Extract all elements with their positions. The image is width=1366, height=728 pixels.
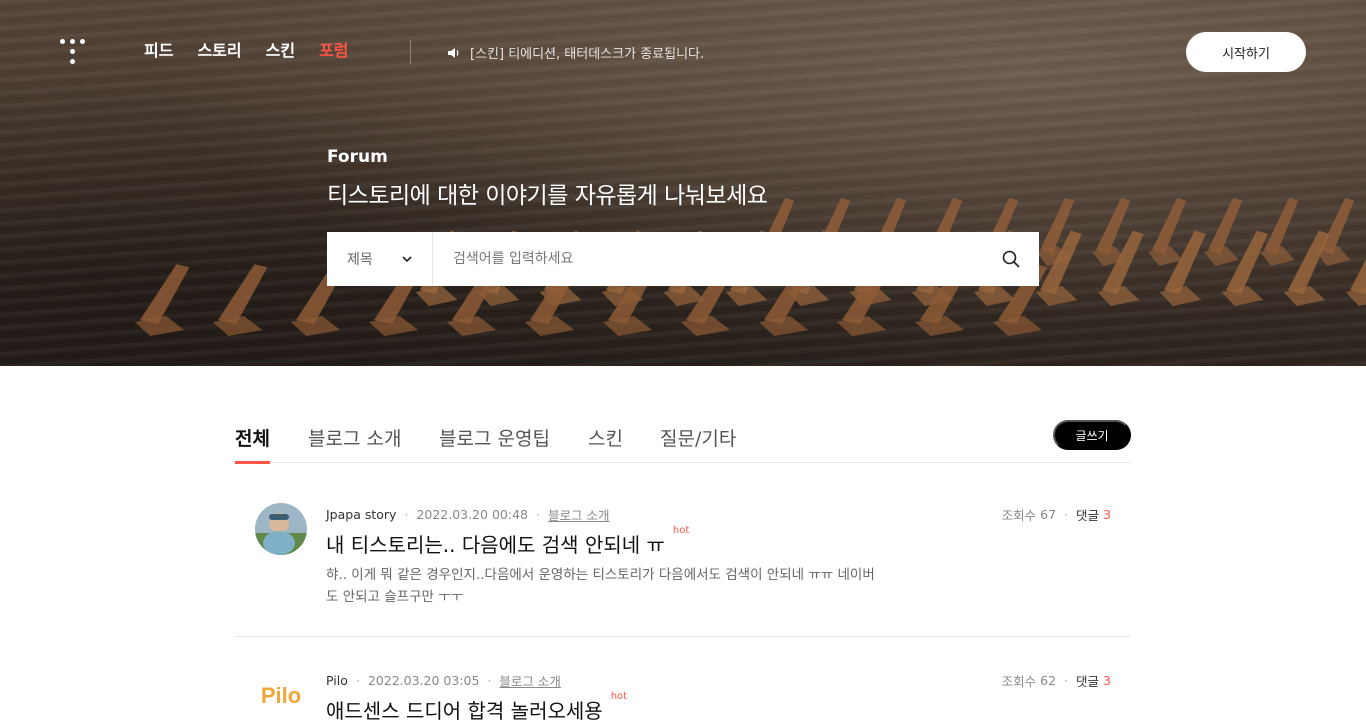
nav-story[interactable]: 스토리	[197, 40, 241, 62]
tab-all[interactable]: 전체	[235, 424, 270, 464]
avatar[interactable]: Pilo	[255, 669, 307, 721]
comments-label[interactable]: 댓글	[1076, 505, 1099, 524]
post-title-text[interactable]: 애드센스 드디어 합격 놀러오세용	[326, 695, 603, 724]
speaker-icon	[448, 47, 459, 58]
post-item[interactable]: Jpapa story · 2022.03.20 00:48 · 블로그 소개 …	[235, 500, 1131, 636]
avatar[interactable]	[255, 503, 307, 555]
search-icon	[1002, 250, 1020, 268]
search-button[interactable]	[983, 232, 1039, 286]
views-count: 67	[1040, 507, 1057, 522]
nav-divider	[410, 40, 411, 64]
comments-count: 3	[1103, 507, 1111, 522]
nav-forum[interactable]: 포럼	[319, 40, 348, 62]
post-title[interactable]: 내 티스토리는.. 다음에도 검색 안되네 ㅠ hot	[326, 525, 689, 558]
views-label: 조회수	[1001, 508, 1037, 523]
views-label: 조회수	[1001, 674, 1037, 689]
post-excerpt[interactable]: 햐.. 이게 뭐 같은 경우인지..다음에서 운영하는 티스토리가 다음에서도 …	[326, 564, 886, 608]
write-button[interactable]: 글쓰기	[1053, 420, 1131, 450]
chevron-down-icon	[402, 256, 412, 263]
search-type-value: 제목	[347, 252, 373, 268]
hero-label: Forum	[327, 147, 388, 167]
tab-skin[interactable]: 스킨	[588, 424, 623, 463]
notice-text: [스킨] 티에디션, 태터데스크가 종료됩니다.	[470, 47, 705, 62]
hot-badge: hot	[610, 691, 628, 702]
post-meta: Pilo · 2022.03.20 03:05 · 블로그 소개	[326, 671, 561, 690]
search-bar: 제목	[327, 232, 1039, 286]
comments-label[interactable]: 댓글	[1076, 671, 1099, 690]
post-stats: 조회수 62 · 댓글 3	[1001, 671, 1111, 690]
hero-title: 티스토리에 대한 이야기를 자유롭게 나눠보세요	[327, 183, 768, 209]
comments-count: 3	[1103, 673, 1111, 688]
notice-banner[interactable]: [스킨] 티에디션, 태터데스크가 종료됩니다.	[446, 43, 704, 62]
post-stats: 조회수 67 · 댓글 3	[1001, 505, 1111, 524]
hot-badge: hot	[672, 525, 690, 536]
post-meta: Jpapa story · 2022.03.20 00:48 · 블로그 소개	[326, 505, 610, 524]
post-date: 2022.03.20 03:05	[367, 673, 480, 688]
post-author[interactable]: Pilo	[326, 673, 348, 688]
post-author[interactable]: Jpapa story	[326, 507, 396, 522]
post-divider	[235, 636, 1131, 637]
nav-skin[interactable]: 스킨	[266, 40, 295, 62]
tab-blog-intro[interactable]: 블로그 소개	[308, 424, 401, 463]
post-category[interactable]: 블로그 소개	[499, 671, 560, 690]
global-nav: 피드 스토리 스킨 포럼	[144, 40, 349, 62]
post-item[interactable]: Pilo Pilo · 2022.03.20 03:05 · 블로그 소개 애드…	[235, 666, 1131, 728]
tab-qna-etc[interactable]: 질문/기타	[660, 424, 736, 463]
tistory-logo[interactable]	[60, 39, 86, 65]
post-title[interactable]: 애드센스 드디어 합격 놀러오세용 hot	[326, 691, 627, 724]
post-date: 2022.03.20 00:48	[416, 507, 529, 522]
hero-banner: 피드 스토리 스킨 포럼 [스킨] 티에디션, 태터데스크가 종료됩니다. 시작…	[0, 0, 1366, 366]
start-button[interactable]: 시작하기	[1186, 32, 1306, 72]
nav-feed[interactable]: 피드	[144, 40, 173, 62]
search-input[interactable]	[433, 232, 983, 286]
post-title-text[interactable]: 내 티스토리는.. 다음에도 검색 안되네 ㅠ	[326, 529, 665, 558]
views-count: 62	[1040, 673, 1057, 688]
post-category[interactable]: 블로그 소개	[548, 505, 609, 524]
search-type-select[interactable]: 제목	[327, 232, 433, 286]
category-tabs: 전체 블로그 소개 블로그 운영팁 스킨 질문/기타	[235, 420, 1131, 464]
avatar-text: Pilo	[261, 683, 301, 708]
tab-blog-tips[interactable]: 블로그 운영팁	[439, 424, 550, 463]
